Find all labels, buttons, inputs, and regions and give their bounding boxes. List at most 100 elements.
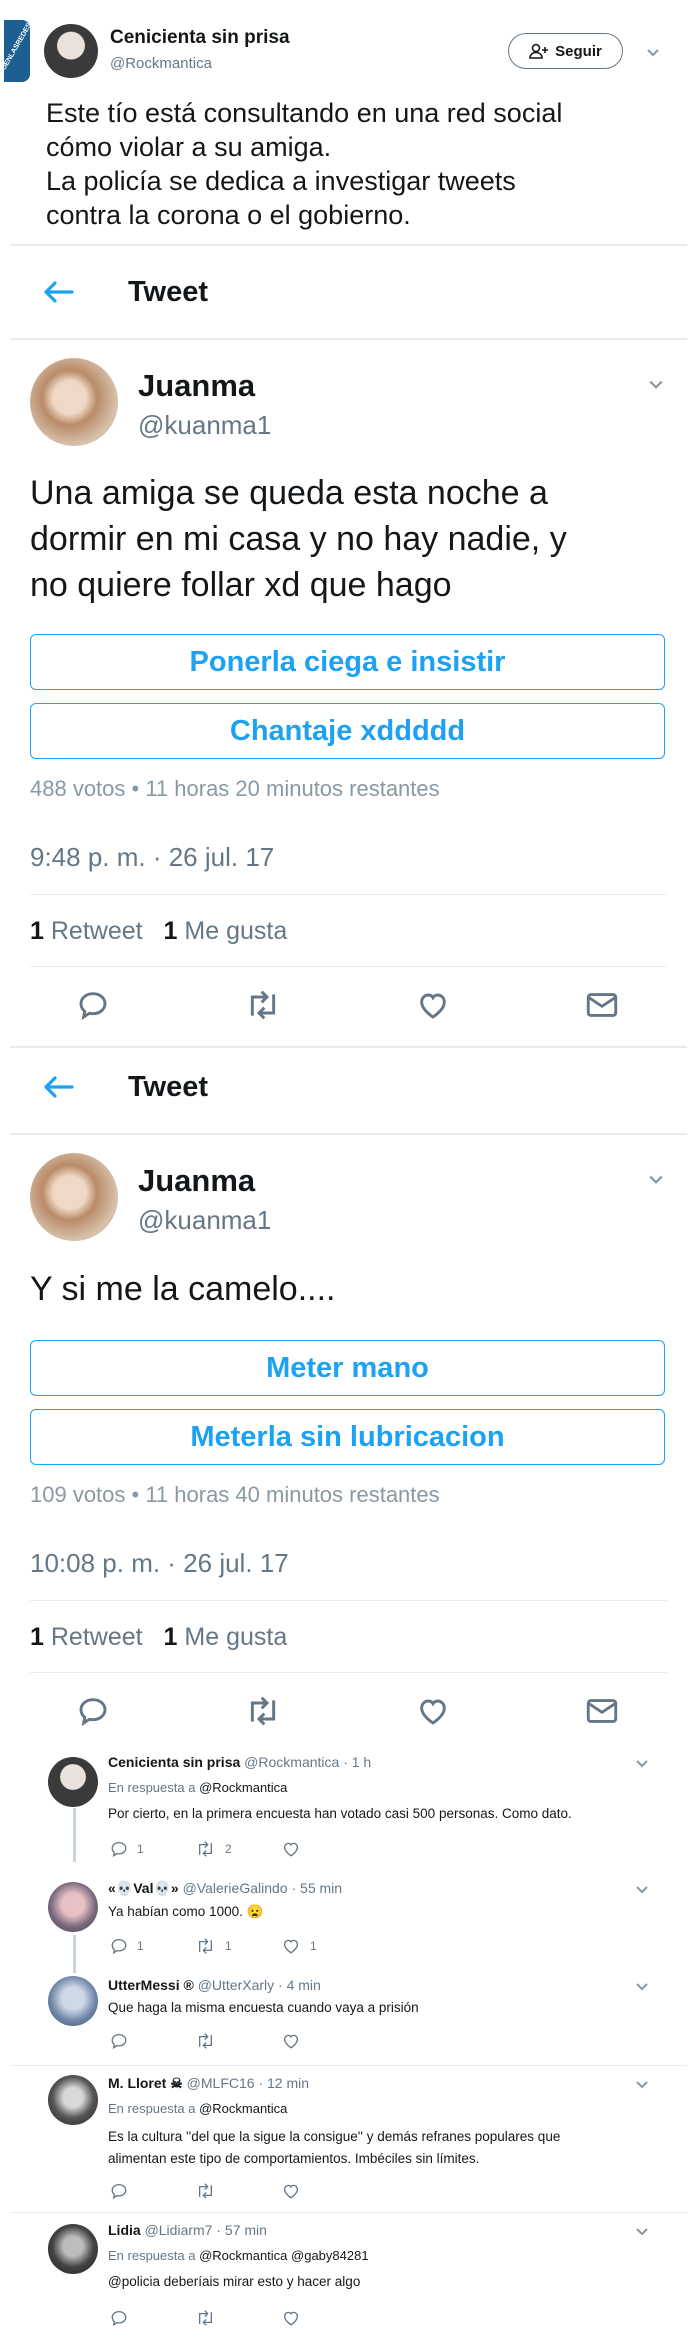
- divider: [10, 2065, 687, 2066]
- reply-handle-time[interactable]: @MLFC16 · 12 min: [187, 2075, 309, 2091]
- avatar[interactable]: [48, 1976, 98, 2026]
- chevron-down-icon[interactable]: [635, 1883, 649, 1897]
- like-icon[interactable]: [282, 1840, 300, 1863]
- reply-actions: [110, 2032, 370, 2052]
- add-user-icon: [529, 43, 549, 59]
- follow-button[interactable]: Seguir: [508, 33, 623, 69]
- poll-meta: 488 votos • 11 horas 20 minutos restante…: [30, 776, 440, 801]
- reply-count: 1: [137, 1842, 144, 1856]
- divider: [10, 338, 687, 340]
- reply-handle-time[interactable]: @ValerieGalindo · 55 min: [183, 1880, 342, 1896]
- poll-option[interactable]: Chantaje xddddd: [30, 703, 665, 759]
- stats: 1 Retweet 1 Me gusta: [30, 1623, 287, 1652]
- reply-to-link[interactable]: @Rockmantica: [199, 1780, 287, 1795]
- retweet-icon[interactable]: [196, 2309, 215, 2332]
- reply-handle-time[interactable]: @Lidiarm7 · 57 min: [145, 2222, 267, 2238]
- divider: [10, 1046, 687, 1048]
- reply-header: M. Lloret ☠ @MLFC16 · 12 min: [108, 2075, 309, 2092]
- reply-icon[interactable]: [77, 989, 109, 1021]
- author-handle[interactable]: @Rockmantica: [110, 55, 212, 72]
- author-name[interactable]: Juanma: [138, 368, 255, 404]
- chevron-down-icon[interactable]: [635, 1757, 649, 1771]
- avatar[interactable]: [48, 1757, 98, 1807]
- like-icon[interactable]: [417, 989, 449, 1021]
- reply-actions: [110, 2182, 370, 2202]
- dm-icon[interactable]: [585, 989, 619, 1021]
- reply-icon[interactable]: [110, 1840, 128, 1863]
- retweet-icon[interactable]: [196, 1840, 215, 1863]
- reply-text: @policia deberíais mirar esto y hacer al…: [108, 2274, 361, 2289]
- author-handle[interactable]: @kuanma1: [138, 1205, 271, 1236]
- reply-actions: 1 2: [110, 1840, 370, 1860]
- retweet-icon[interactable]: [196, 1937, 215, 1960]
- reply-handle-time[interactable]: @UtterXarly · 4 min: [198, 1977, 321, 1993]
- reply-icon[interactable]: [110, 2032, 128, 2055]
- like-icon[interactable]: [282, 2182, 300, 2205]
- like-icon[interactable]: [282, 1937, 300, 1960]
- reply-to-link[interactable]: @Rockmantica: [199, 2101, 287, 2116]
- avatar[interactable]: [48, 1882, 98, 1932]
- author-handle[interactable]: @kuanma1: [138, 410, 271, 441]
- reply-actions: 1 1 1: [110, 1937, 370, 1957]
- reply-author[interactable]: «💀Val💀»: [108, 1880, 179, 1896]
- tweet-text: Y si me la camelo....: [30, 1270, 336, 1308]
- reply-icon[interactable]: [110, 2309, 128, 2332]
- reply-handle-time[interactable]: @Rockmantica · 1 h: [244, 1754, 371, 1770]
- avatar[interactable]: [44, 24, 98, 78]
- poll-option[interactable]: Ponerla ciega e insistir: [30, 634, 665, 690]
- dm-icon[interactable]: [585, 1695, 619, 1727]
- retweet-count: 1: [225, 1939, 232, 1953]
- reply-icon[interactable]: [77, 1695, 109, 1727]
- like-icon[interactable]: [417, 1695, 449, 1727]
- likes-count: 1: [163, 1623, 178, 1651]
- timestamp: 9:48 p. m. · 26 jul. 17: [30, 842, 275, 872]
- likes-label[interactable]: Me gusta: [184, 1623, 287, 1651]
- retweet-icon[interactable]: [196, 2032, 215, 2055]
- back-arrow-icon[interactable]: [42, 1075, 74, 1099]
- reply-icon[interactable]: [110, 1937, 128, 1960]
- reply-text: Por cierto, en la primera encuesta han v…: [108, 1806, 572, 1821]
- watermark: VISTOENLASREDES.com: [4, 20, 30, 82]
- chevron-down-icon[interactable]: [648, 377, 664, 393]
- divider: [10, 2212, 687, 2213]
- reply-icon[interactable]: [110, 2182, 128, 2205]
- reply-author[interactable]: UtterMessi ®: [108, 1977, 194, 1993]
- poll-option[interactable]: Meter mano: [30, 1340, 665, 1396]
- retweets-label[interactable]: Retweet: [51, 917, 143, 945]
- avatar[interactable]: [30, 358, 118, 446]
- retweets-label[interactable]: Retweet: [51, 1623, 143, 1651]
- retweet-icon[interactable]: [196, 2182, 215, 2205]
- reply-to: En respuesta a @Rockmantica: [108, 2101, 288, 2116]
- retweet-icon[interactable]: [245, 989, 281, 1021]
- reply-author[interactable]: Cenicienta sin prisa: [108, 1754, 240, 1770]
- tweet-text: Una amiga se queda esta noche a dormir e…: [30, 474, 567, 604]
- chevron-down-icon[interactable]: [646, 46, 660, 60]
- chevron-down-icon[interactable]: [635, 2078, 649, 2092]
- retweets-count: 1: [30, 1623, 44, 1651]
- avatar[interactable]: [48, 2075, 98, 2125]
- reply-to: En respuesta a @Rockmantica @gaby84281: [108, 2248, 369, 2263]
- like-icon[interactable]: [282, 2309, 300, 2332]
- avatar[interactable]: [30, 1153, 118, 1241]
- poll-option[interactable]: Meterla sin lubricacion: [30, 1409, 665, 1465]
- avatar[interactable]: [48, 2224, 98, 2274]
- back-arrow-icon[interactable]: [42, 280, 74, 304]
- likes-label[interactable]: Me gusta: [184, 917, 287, 945]
- chevron-down-icon[interactable]: [635, 2225, 649, 2239]
- divider: [10, 244, 687, 246]
- header-title: Tweet: [128, 276, 209, 308]
- reply-to-link[interactable]: @Rockmantica @gaby84281: [199, 2248, 368, 2263]
- retweet-icon[interactable]: [245, 1695, 281, 1727]
- reply-text: Ya habían como 1000. 😦: [108, 1904, 264, 1919]
- divider: [10, 1133, 687, 1135]
- divider: [30, 1672, 667, 1673]
- reply-author[interactable]: Lidia: [108, 2222, 141, 2238]
- reply-author[interactable]: M. Lloret ☠: [108, 2075, 183, 2091]
- likes-count: 1: [163, 917, 178, 945]
- chevron-down-icon[interactable]: [635, 1980, 649, 1994]
- author-name[interactable]: Cenicienta sin prisa: [110, 27, 290, 49]
- like-icon[interactable]: [282, 2032, 300, 2055]
- author-name[interactable]: Juanma: [138, 1163, 255, 1199]
- chevron-down-icon[interactable]: [648, 1172, 664, 1188]
- reply-count: 1: [137, 1939, 144, 1953]
